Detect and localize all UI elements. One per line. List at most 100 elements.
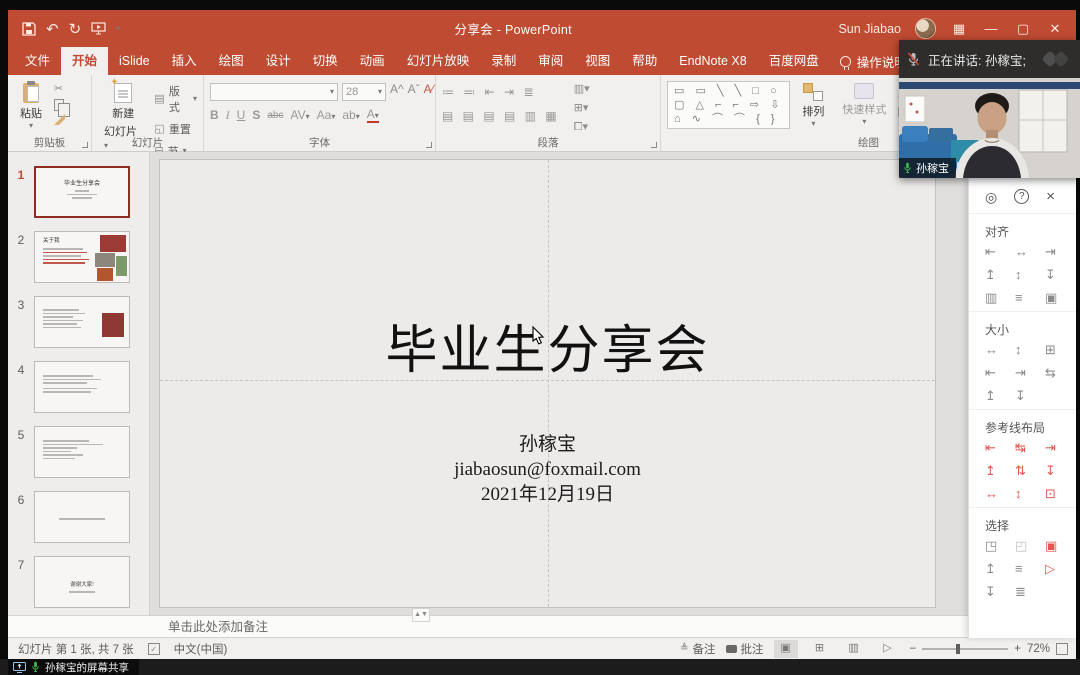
spell-check-icon[interactable]: ✓ (148, 643, 160, 655)
notes-toggle[interactable]: ≜备注 (680, 641, 715, 657)
tab-review[interactable]: 审阅 (527, 47, 574, 75)
font-dialog-launcher[interactable] (426, 142, 432, 148)
thumbnail-row[interactable]: 2 关于我 (8, 231, 149, 283)
account-name[interactable]: Sun Jiabao (838, 22, 901, 36)
select-pointer-icon[interactable]: ▷ (1045, 562, 1075, 576)
thumbnail-slide-2[interactable]: 关于我 (34, 231, 130, 283)
guide-center-h-icon[interactable]: ↹ (1015, 441, 1045, 455)
align-left-icon[interactable]: ⇤ (985, 245, 1015, 259)
comments-toggle[interactable]: 批注 (726, 641, 764, 657)
guide-height-icon[interactable]: ↕ (1015, 487, 1045, 501)
distribute-v-icon[interactable]: ≡ (1015, 291, 1045, 305)
align-to-slide-icon[interactable]: ▣ (1045, 291, 1075, 305)
thumbnail-slide-1[interactable]: 毕业生分享会 (34, 166, 130, 218)
align-text-icon[interactable]: ⊞▾ (574, 102, 590, 115)
font-size-combo[interactable]: 28▾ (342, 83, 386, 101)
strikethrough-button[interactable]: abc (267, 110, 283, 121)
thumbnail-slide-5[interactable] (34, 426, 130, 478)
save-icon[interactable] (22, 22, 36, 36)
tab-view[interactable]: 视图 (574, 47, 621, 75)
guide-center-v-icon[interactable]: ⇅ (1015, 464, 1045, 478)
stretch-left-icon[interactable]: ⇤ (985, 366, 1015, 380)
thumbnail-slide-6[interactable] (34, 491, 130, 543)
avatar[interactable] (915, 18, 936, 39)
stretch-bottom-icon[interactable]: ↧ (1015, 389, 1045, 403)
tab-transitions[interactable]: 切换 (302, 47, 349, 75)
reading-view-button[interactable]: ▥ (842, 640, 866, 658)
alignment-buttons[interactable]: ▤ ▤ ▤ ▤ ▥ ▦ (442, 109, 560, 123)
char-spacing-button[interactable]: AV▾ (290, 108, 309, 122)
font-name-combo[interactable]: ▾ (210, 83, 338, 101)
slide-canvas[interactable]: 毕业生分享会 孙稼宝 jiabaosun@foxmail.com 2021年12… (160, 160, 935, 607)
slide-title[interactable]: 毕业生分享会 (160, 308, 935, 383)
tab-endnote[interactable]: EndNote X8 (668, 47, 757, 75)
tab-animations[interactable]: 动画 (349, 47, 396, 75)
quick-styles-button[interactable]: 快速样式 ▾ (836, 81, 892, 127)
slide-sorter-view-button[interactable]: ⊞ (808, 640, 832, 658)
guide-bottom-icon[interactable]: ↧ (1045, 464, 1075, 478)
webcam-video[interactable]: 孙稼宝 (899, 78, 1080, 178)
restore-button[interactable]: ▢ (1014, 21, 1032, 37)
thumbnail-row[interactable]: 1 毕业生分享会 (8, 166, 149, 218)
align-middle-v-icon[interactable]: ↕ (1015, 268, 1045, 282)
slideshow-view-button[interactable]: ▷ (876, 640, 900, 658)
convert-smartart-icon[interactable]: ⧠▾ (574, 121, 590, 134)
select-same-outline-icon[interactable]: ◰ (1015, 539, 1045, 553)
align-right-icon[interactable]: ⇥ (1045, 245, 1075, 259)
select-above-icon[interactable]: ↥ (985, 562, 1015, 576)
guide-right-icon[interactable]: ⇥ (1045, 441, 1075, 455)
redo-icon[interactable]: ↻ (69, 20, 82, 38)
tab-baidu-pan[interactable]: 百度网盘 (758, 47, 830, 75)
text-shadow-button[interactable]: S (252, 108, 260, 122)
normal-view-button[interactable]: ▣ (774, 640, 798, 658)
settings-icon[interactable]: ◎ (985, 190, 997, 204)
same-width-icon[interactable]: ↔ (985, 343, 1015, 357)
stretch-top-icon[interactable]: ↥ (985, 389, 1015, 403)
thumbnail-row[interactable]: 5 (8, 426, 149, 478)
tab-insert[interactable]: 插入 (161, 47, 208, 75)
qat-more-icon[interactable]: ▾ (116, 26, 120, 32)
same-height-icon[interactable]: ↕ (1015, 343, 1045, 357)
tab-draw[interactable]: 绘图 (208, 47, 255, 75)
clipboard-dialog-launcher[interactable] (82, 142, 88, 148)
font-color-button[interactable]: A▾ (367, 107, 379, 123)
undo-icon[interactable]: ↶ (46, 20, 59, 38)
paste-button[interactable]: 粘贴 ▾ (14, 81, 48, 131)
minimize-button[interactable]: — (982, 21, 1000, 36)
meeting-video-overlay[interactable]: 正在讲话: 孙稼宝; (899, 40, 1080, 178)
swap-size-icon[interactable]: ⇆ (1045, 366, 1075, 380)
list-indent-spacing-buttons[interactable]: ≔ ≕ ⇤ ⇥ ≣ (442, 85, 560, 99)
slide-subtitle[interactable]: 孙稼宝 jiabaosun@foxmail.com 2021年12月19日 (160, 432, 935, 507)
start-slideshow-icon[interactable] (91, 22, 106, 35)
select-middle-icon[interactable]: ≡ (1015, 562, 1045, 576)
zoom-out-icon[interactable]: − (910, 643, 917, 655)
thumbnail-slide-3[interactable] (34, 296, 130, 348)
thumbnail-slide-7[interactable]: 谢谢大家! (34, 556, 130, 608)
zoom-percent[interactable]: 72% (1027, 643, 1050, 655)
same-size-icon[interactable]: ⊞ (1045, 343, 1075, 357)
layout-button[interactable]: ▤版式▾ (154, 83, 197, 115)
highlight-button[interactable]: ab▾ (342, 108, 359, 122)
change-case-button[interactable]: Aa▾ (317, 108, 336, 122)
tab-home[interactable]: 开始 (61, 47, 108, 75)
tab-help[interactable]: 帮助 (621, 47, 668, 75)
tab-islide[interactable]: iSlide (108, 47, 161, 75)
help-icon[interactable]: ? (1014, 189, 1029, 204)
select-below-icon[interactable]: ↧ (985, 585, 1015, 599)
guide-width-icon[interactable]: ↔ (985, 487, 1015, 501)
italic-button[interactable]: I (226, 108, 230, 123)
thumbnail-row[interactable]: 4 (8, 361, 149, 413)
notes-collapse-handle[interactable]: ▲▼ (412, 608, 430, 622)
select-checked-icon[interactable]: ▣ (1045, 539, 1075, 553)
bold-button[interactable]: B (210, 108, 219, 122)
shrink-font-icon[interactable]: Aˇ (408, 83, 420, 101)
align-bottom-icon[interactable]: ↧ (1045, 268, 1075, 282)
arrange-button[interactable]: 排列 ▾ (796, 81, 830, 129)
screen-share-pill[interactable]: 孙稼宝的屏幕共享 (8, 659, 139, 675)
clear-formatting-icon[interactable]: A⁄ (424, 83, 434, 101)
notes-pane[interactable]: ▲▼ 单击此处添加备注 (8, 615, 1076, 637)
tab-record[interactable]: 录制 (480, 47, 527, 75)
thumbnail-row[interactable]: 3 (8, 296, 149, 348)
text-direction-icon[interactable]: ▥▾ (574, 83, 590, 96)
stretch-right-icon[interactable]: ⇥ (1015, 366, 1045, 380)
